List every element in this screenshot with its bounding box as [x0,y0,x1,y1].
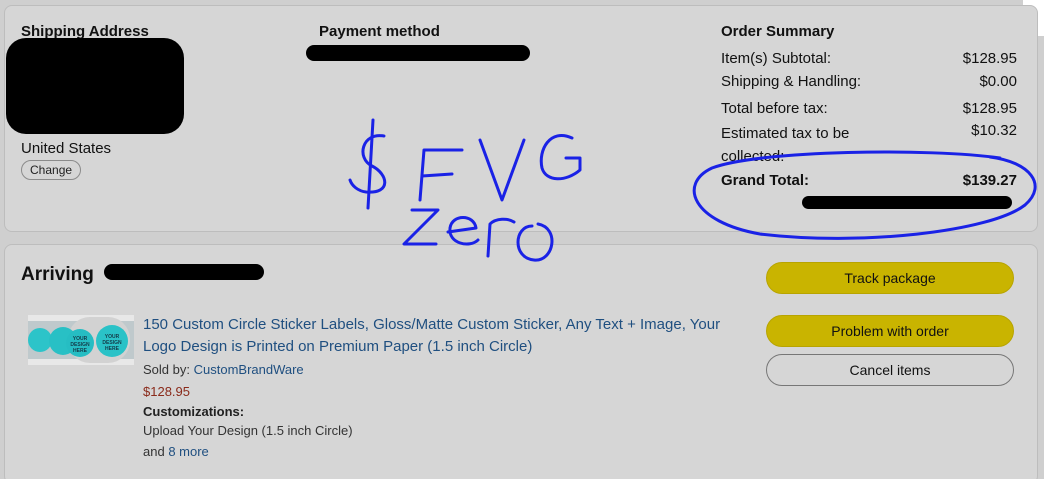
summary-label: Shipping & Handling: [721,73,862,90]
summary-row-shipping: Shipping & Handling: $0.00 [721,73,1017,93]
sold-by-label: Sold by: [143,362,190,377]
sold-by-line: Sold by: CustomBrandWare [143,362,304,377]
redacted-address [6,38,184,134]
redacted-summary-line [802,196,1012,209]
summary-label: Total before tax: [721,100,828,117]
more-link[interactable]: 8 more [168,444,208,459]
grand-total-value: $139.27 [962,172,1017,189]
shipping-country: United States [21,140,112,157]
customizations-heading: Customizations: [143,404,245,419]
more-customizations: and 8 more [143,444,209,459]
arriving-label: Arriving [21,264,94,285]
order-summary-heading: Order Summary [721,23,835,40]
grand-total-label: Grand Total: [721,172,810,189]
summary-label: Estimated tax to be collected: [721,125,850,165]
change-address-button[interactable]: Change [21,160,82,180]
redacted-payment [306,45,530,61]
summary-row-tax: Estimated tax to be collected: $10.32 [721,122,1017,166]
svg-text:HERE: HERE [73,348,88,354]
order-details-page: Shipping Address United States Change Pa… [0,0,1044,479]
summary-value: $128.95 [962,100,1017,117]
and-label: and [143,444,165,459]
summary-value: $0.00 [979,73,1017,90]
summary-row-subtotal: Item(s) Subtotal: $128.95 [721,50,1017,70]
summary-row-grand-total: Grand Total: $139.27 [721,172,1017,192]
product-thumbnail[interactable]: YOURDESIGNHERE YOURDESIGNHERE [28,315,134,365]
summary-row-before-tax: Total before tax: $128.95 [721,100,1017,120]
track-package-button[interactable]: Track package [766,262,1014,294]
item-price: $128.95 [143,384,190,399]
problem-with-order-button[interactable]: Problem with order [766,315,1014,347]
svg-text:HERE: HERE [105,346,120,352]
summary-value: $10.32 [971,122,1017,139]
seller-link[interactable]: CustomBrandWare [194,362,304,377]
cancel-items-button[interactable]: Cancel items [766,354,1014,386]
payment-method-heading: Payment method [319,23,440,40]
summary-label: Item(s) Subtotal: [721,50,832,67]
customization-value: Upload Your Design (1.5 inch Circle) [143,423,353,438]
product-title-link[interactable]: 150 Custom Circle Sticker Labels, Gloss/… [143,314,743,358]
summary-value: $128.95 [962,50,1017,67]
redacted-arrival-date [104,264,264,280]
